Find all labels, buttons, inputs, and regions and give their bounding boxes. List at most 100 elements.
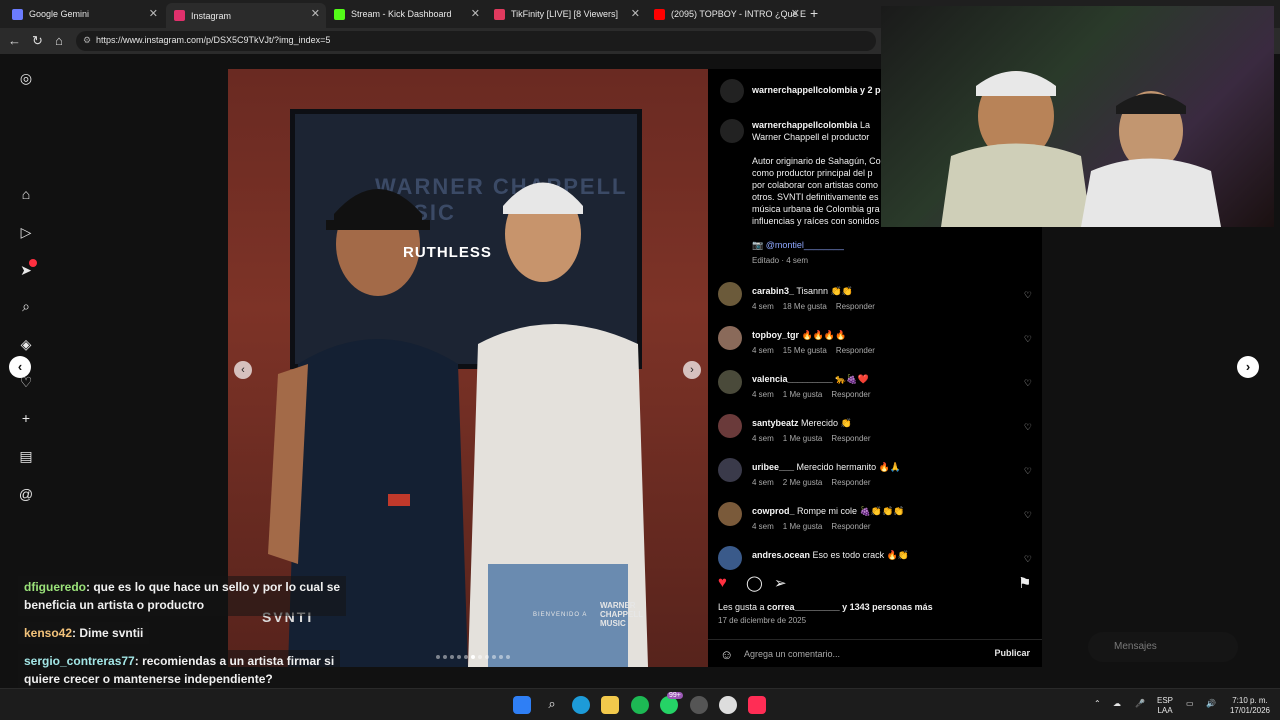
comment-user[interactable]: santybeatz xyxy=(752,418,799,428)
comment-item: uribee___ Merecido hermanito 🔥🙏 4 sem 2 Me… xyxy=(716,458,1036,498)
reply-button[interactable]: Responder xyxy=(836,346,875,355)
avatar[interactable] xyxy=(718,326,742,350)
comment-bar: ☺ Publicar xyxy=(708,639,1042,667)
comment-item: cowprod_ Rompe mi cole 🍇👏👏👏 4 sem 1 Me gus… xyxy=(716,502,1036,542)
comment-user[interactable]: cowprod_ xyxy=(752,506,795,516)
instagram-icon xyxy=(174,10,185,21)
reply-button[interactable]: Responder xyxy=(836,302,875,311)
explore-icon[interactable]: ◈ xyxy=(18,336,34,352)
youtube-icon xyxy=(654,8,665,20)
microphone-icon[interactable]: 🎤 xyxy=(1135,699,1145,709)
comment-input[interactable] xyxy=(744,646,964,662)
network-icon[interactable]: ▭ xyxy=(1186,699,1194,709)
back-arrow-icon[interactable]: ← xyxy=(8,33,21,48)
create-icon[interactable]: + xyxy=(18,410,34,426)
search-icon[interactable]: ⌕ xyxy=(543,696,561,714)
post-caption: warnerchappellcolombia La Warner Chappell… xyxy=(752,120,881,265)
heart-icon[interactable]: ♡ xyxy=(1024,378,1032,389)
gemini-icon xyxy=(12,8,23,20)
tiktok-icon[interactable] xyxy=(748,696,766,714)
avatar[interactable] xyxy=(718,502,742,526)
comment-icon[interactable]: ◯ xyxy=(746,574,763,592)
home-icon[interactable]: ⌂ xyxy=(18,186,34,202)
comment-item: carabin3_ Tisannn 👏👏 4 sem 18 Me gusta Resp… xyxy=(716,282,1036,322)
insights-icon[interactable]: ▤ xyxy=(18,448,34,464)
warner-chappell-logo: WARNER CHAPPELL MUSIC xyxy=(600,601,644,628)
carousel-next-button[interactable]: › xyxy=(683,361,701,379)
heart-icon[interactable]: ♡ xyxy=(1024,510,1032,521)
tikfinity-icon xyxy=(494,8,505,20)
avatar[interactable] xyxy=(720,119,744,143)
avatar[interactable] xyxy=(718,414,742,438)
avatar[interactable] xyxy=(718,546,742,570)
prev-post-button[interactable]: ‹ xyxy=(9,356,31,378)
comment-user[interactable]: valencia_________ xyxy=(752,374,833,384)
tab-kick-dashboard[interactable]: Stream - Kick Dashboard ✕ xyxy=(326,3,486,25)
reply-button[interactable]: Responder xyxy=(831,522,870,531)
reply-button[interactable]: Responder xyxy=(831,434,870,443)
tab-google-gemini[interactable]: Google Gemini ✕ xyxy=(4,3,164,25)
avatar[interactable] xyxy=(718,282,742,306)
next-post-button[interactable]: › xyxy=(1237,356,1259,378)
app-icon[interactable] xyxy=(690,696,708,714)
new-tab-button[interactable]: + xyxy=(810,5,818,21)
site-info-icon[interactable]: ⚙ xyxy=(83,35,91,46)
reply-button[interactable]: Responder xyxy=(831,390,870,399)
carousel-prev-button[interactable]: ‹ xyxy=(234,361,252,379)
onedrive-icon[interactable]: ☁ xyxy=(1113,699,1121,709)
tab-youtube[interactable]: (2095) TOPBOY - INTRO ¿Qué Es A ✕ xyxy=(646,3,806,25)
reels-icon[interactable]: ▷ xyxy=(18,224,34,240)
heart-icon[interactable]: ♡ xyxy=(1024,554,1032,565)
windows-taskbar: ⌕ 99+ ⌃ ☁ 🎤 ESP LAA ▭ 🔊 7:10 p. m. 17/01/2… xyxy=(0,688,1280,720)
spotify-icon[interactable] xyxy=(631,696,649,714)
heart-icon[interactable]: ♡ xyxy=(1024,422,1032,433)
carousel-dots xyxy=(436,655,510,659)
language-indicator[interactable]: ESP LAA xyxy=(1157,696,1173,716)
heart-icon[interactable]: ♡ xyxy=(1024,466,1032,477)
send-icon[interactable]: ➤ xyxy=(18,259,37,278)
start-icon[interactable] xyxy=(513,696,531,714)
messages-button[interactable]: Mensajes xyxy=(1088,632,1238,662)
reply-button[interactable]: Responder xyxy=(831,478,870,487)
chevron-up-icon[interactable]: ⌃ xyxy=(1094,699,1101,709)
heart-icon[interactable]: ♡ xyxy=(1024,334,1032,345)
threads-icon[interactable]: @ xyxy=(18,486,34,502)
avatar[interactable] xyxy=(718,458,742,482)
comment-user[interactable]: carabin3_ xyxy=(752,286,794,296)
file-explorer-icon[interactable] xyxy=(601,696,619,714)
like-heart-icon[interactable]: ♥ xyxy=(718,574,727,591)
kick-icon xyxy=(334,8,345,20)
post-header-user[interactable]: warnerchappellcolombia y 2 pe xyxy=(752,85,886,95)
chat-message: kenso42: Dime svntii xyxy=(18,622,150,644)
share-icon[interactable]: ➢ xyxy=(774,574,787,592)
url-field[interactable]: ⚙ https://www.instagram.com/p/DSX5C9TkVJ… xyxy=(76,31,876,51)
emoji-icon[interactable]: ☺ xyxy=(720,647,733,662)
chat-message: dfigueredo: que es lo que hace un sello … xyxy=(18,576,347,616)
reload-icon[interactable]: ↻ xyxy=(32,33,43,49)
instagram-logo-icon[interactable]: ◎ xyxy=(18,70,34,86)
tab-tikfinity[interactable]: TikFinity [LIVE] [8 Viewers] ✕ xyxy=(486,3,646,25)
avatar[interactable] xyxy=(718,370,742,394)
close-icon[interactable]: ✕ xyxy=(311,7,320,20)
heart-icon[interactable]: ♡ xyxy=(1024,290,1032,301)
comment-user[interactable]: andres.ocean xyxy=(752,550,810,560)
search-icon[interactable]: ⌕ xyxy=(18,298,34,314)
media-player-icon[interactable] xyxy=(719,696,737,714)
tab-instagram[interactable]: Instagram ✕ xyxy=(166,3,326,28)
chat-message: sergio_contreras77: recomiendas a un art… xyxy=(18,650,341,690)
volume-icon[interactable]: 🔊 xyxy=(1206,699,1216,709)
likes-summary[interactable]: Les gusta a correa_________ y 1343 perso… xyxy=(718,602,933,612)
edge-icon[interactable] xyxy=(572,696,590,714)
save-bookmark-icon[interactable]: ⚑ xyxy=(1018,574,1031,592)
home-icon[interactable]: ⌂ xyxy=(55,33,63,48)
close-icon[interactable]: ✕ xyxy=(471,7,480,20)
avatar[interactable] xyxy=(720,79,744,103)
comment-user[interactable]: uribee___ xyxy=(752,462,794,472)
clock[interactable]: 7:10 p. m. 17/01/2026 xyxy=(1226,696,1274,716)
close-icon[interactable]: ✕ xyxy=(149,7,158,20)
comment-user[interactable]: topboy_tgr xyxy=(752,330,799,340)
close-icon[interactable]: ✕ xyxy=(631,7,640,20)
close-icon[interactable]: ✕ xyxy=(791,7,800,20)
webcam-overlay xyxy=(881,6,1274,227)
publish-button[interactable]: Publicar xyxy=(994,648,1030,658)
